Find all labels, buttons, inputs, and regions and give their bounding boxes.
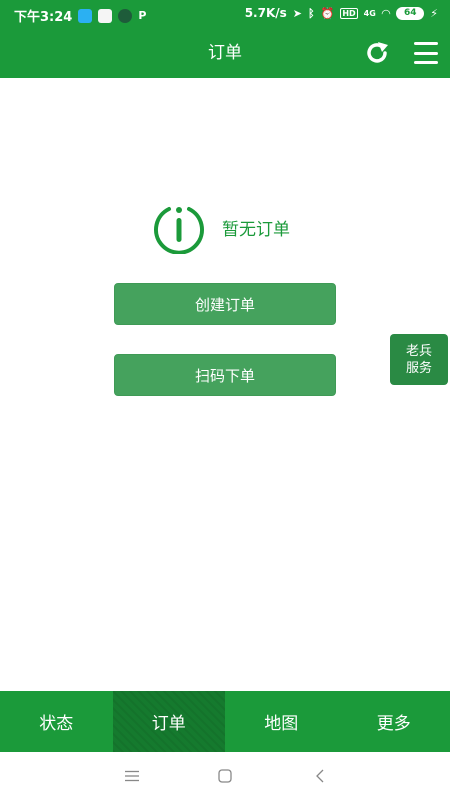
system-nav-bar (0, 752, 450, 800)
status-bar: 下午3:24 P 5.7K/s ➤ ᛒ ⏰ HD 4G ◠ 64 ⚡ (0, 0, 450, 28)
back-chevron-icon (316, 769, 324, 783)
home-button[interactable] (213, 766, 237, 786)
menu-button[interactable] (414, 42, 438, 64)
p-icon: P (138, 9, 147, 22)
location-icon: ➤ (292, 6, 302, 20)
refresh-icon (367, 42, 388, 63)
alarm-icon: ⏰ (320, 6, 335, 20)
frog-icon (118, 8, 133, 23)
scan-order-button[interactable]: 扫码下单 (114, 354, 336, 396)
app-icon (98, 8, 113, 23)
recent-apps-button[interactable] (120, 766, 144, 786)
menu-icon-line (414, 42, 438, 45)
network-speed: 5.7K/s (244, 6, 287, 20)
hd-icon: HD (340, 7, 358, 19)
veteran-service-button[interactable]: 老兵 服务 (390, 334, 448, 385)
tab-status[interactable]: 状态 (0, 691, 113, 752)
service-label-line2: 服务 (405, 360, 432, 376)
menu-icon-line (414, 51, 438, 55)
battery-icon: 64 (396, 6, 425, 20)
tab-more[interactable]: 更多 (338, 691, 450, 752)
bottom-nav: 状态 订单 地图 更多 (0, 691, 450, 752)
empty-state: 暂无订单 (150, 200, 290, 254)
create-order-button[interactable]: 创建订单 (114, 283, 336, 325)
menu-lines-icon (125, 770, 139, 782)
bluetooth-icon: ᛒ (308, 6, 315, 20)
charging-icon: ⚡ (430, 6, 438, 20)
qq-icon (78, 8, 93, 23)
status-time: 下午3:24 (14, 10, 73, 25)
back-button[interactable] (308, 766, 332, 786)
tab-map[interactable]: 地图 (225, 691, 338, 752)
status-left: 下午3:24 P (14, 6, 146, 25)
wifi-icon: ◠ (381, 6, 391, 20)
tab-orders[interactable]: 订单 (112, 691, 225, 752)
status-right: 5.7K/s ➤ ᛒ ⏰ HD 4G ◠ 64 ⚡ (245, 6, 438, 20)
home-square-icon (218, 769, 232, 783)
signal-icon: 4G (363, 8, 376, 18)
empty-state-text: 暂无订单 (222, 219, 290, 240)
app-bar: 订单 (0, 28, 450, 78)
info-icon (154, 207, 204, 254)
order-page: 下午3:24 P 5.7K/s ➤ ᛒ ⏰ HD 4G ◠ 64 ⚡ 订单 暂无… (0, 0, 450, 800)
refresh-button[interactable] (362, 39, 392, 67)
menu-icon-line (414, 61, 438, 64)
service-label-line1: 老兵 (405, 343, 432, 359)
